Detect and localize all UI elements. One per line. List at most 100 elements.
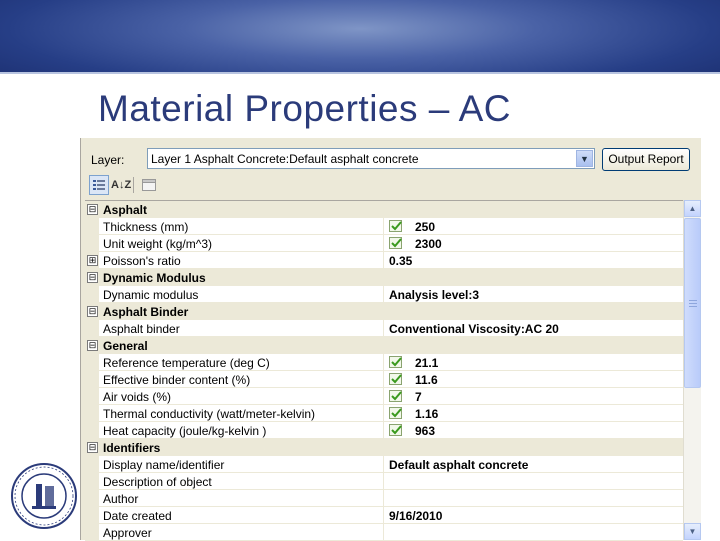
property-row[interactable]: Reference temperature (deg C) 21.1 <box>85 354 683 371</box>
property-value[interactable]: Conventional Viscosity:AC 20 <box>389 322 559 336</box>
property-value[interactable]: 0.35 <box>389 254 412 268</box>
property-name: Date created <box>103 509 172 523</box>
property-row[interactable]: Heat capacity (joule/kg-kelvin ) 963 <box>85 422 683 439</box>
property-row[interactable]: Author <box>85 490 683 507</box>
category-name: Identifiers <box>103 441 161 455</box>
collapse-icon[interactable]: ⊟ <box>87 204 98 215</box>
property-row[interactable]: Asphalt binder Conventional Viscosity:AC … <box>85 320 683 337</box>
property-row[interactable]: ⊞ Poisson's ratio 0.35 <box>85 252 683 269</box>
checkmark-icon[interactable] <box>389 220 402 232</box>
property-value[interactable]: Default asphalt concrete <box>389 458 528 472</box>
header-banner <box>0 0 720 72</box>
categorized-view-icon[interactable] <box>89 175 109 195</box>
property-value[interactable]: 250 <box>415 220 435 234</box>
column-divider <box>383 422 384 439</box>
column-divider <box>383 388 384 405</box>
property-name: Poisson's ratio <box>103 254 181 268</box>
category-row[interactable]: ⊟ Identifiers <box>85 439 683 456</box>
property-row[interactable]: Description of object <box>85 473 683 490</box>
row-margin <box>85 218 99 235</box>
property-grid: ⊟ Asphalt Thickness (mm) 250 Unit weight (kg… <box>85 200 683 541</box>
scroll-up-button[interactable]: ▲ <box>684 200 701 217</box>
checkmark-icon[interactable] <box>389 356 402 368</box>
chevron-down-icon[interactable]: ▼ <box>576 150 593 167</box>
property-row[interactable]: Air voids (%) 7 <box>85 388 683 405</box>
column-divider <box>383 252 384 269</box>
property-name: Approver <box>103 526 152 540</box>
row-margin <box>85 235 99 252</box>
layer-dropdown[interactable]: Layer 1 Asphalt Concrete:Default asphalt… <box>147 148 595 169</box>
checkmark-icon[interactable] <box>389 390 402 402</box>
row-margin <box>85 456 99 473</box>
checkmark-icon[interactable] <box>389 424 402 436</box>
property-name: Unit weight (kg/m^3) <box>103 237 212 251</box>
property-name: Asphalt binder <box>103 322 180 336</box>
property-row[interactable]: Effective binder content (%) 11.6 <box>85 371 683 388</box>
row-margin <box>85 320 99 337</box>
column-divider <box>383 286 384 303</box>
collapse-icon[interactable]: ⊟ <box>87 340 98 351</box>
property-row[interactable]: Dynamic modulus Analysis level:3 <box>85 286 683 303</box>
category-name: Asphalt <box>103 203 148 217</box>
property-name: Heat capacity (joule/kg-kelvin ) <box>103 424 267 438</box>
collapse-icon[interactable]: ⊟ <box>87 272 98 283</box>
category-row[interactable]: ⊟ General <box>85 337 683 354</box>
property-row[interactable]: Date created 9/16/2010 <box>85 507 683 524</box>
property-name: Author <box>103 492 139 506</box>
collapse-icon[interactable]: ⊟ <box>87 306 98 317</box>
property-row[interactable]: Unit weight (kg/m^3) 2300 <box>85 235 683 252</box>
state-seal-icon <box>10 462 78 530</box>
property-value[interactable]: 9/16/2010 <box>389 509 442 523</box>
category-row[interactable]: ⊟ Asphalt Binder <box>85 303 683 320</box>
property-value[interactable]: 7 <box>415 390 422 404</box>
row-margin <box>85 473 99 490</box>
row-margin <box>85 388 99 405</box>
alphabetical-sort-icon[interactable]: A↓Z <box>111 175 131 195</box>
checkmark-icon[interactable] <box>389 237 402 249</box>
row-margin <box>85 524 99 541</box>
property-value[interactable]: Analysis level:3 <box>389 288 479 302</box>
layer-dropdown-value: Layer 1 Asphalt Concrete:Default asphalt… <box>151 152 419 166</box>
column-divider <box>383 473 384 490</box>
property-value[interactable]: 2300 <box>415 237 442 251</box>
property-row[interactable]: Approver <box>85 524 683 541</box>
column-divider <box>383 235 384 252</box>
vertical-scrollbar[interactable]: ▲ ▼ <box>683 200 701 540</box>
category-name: Asphalt Binder <box>103 305 189 319</box>
property-value[interactable]: 963 <box>415 424 435 438</box>
column-divider <box>383 354 384 371</box>
collapse-icon[interactable]: ⊟ <box>87 442 98 453</box>
property-name: Display name/identifier <box>103 458 225 472</box>
category-row[interactable]: ⊟ Asphalt <box>85 201 683 218</box>
banner-divider <box>0 72 720 74</box>
property-name: Reference temperature (deg C) <box>103 356 270 370</box>
property-pages-icon[interactable] <box>139 175 159 195</box>
checkmark-icon[interactable] <box>389 407 402 419</box>
category-name: Dynamic Modulus <box>103 271 206 285</box>
property-value[interactable]: 21.1 <box>415 356 438 370</box>
scroll-down-button[interactable]: ▼ <box>684 523 701 540</box>
property-value[interactable]: 1.16 <box>415 407 438 421</box>
column-divider <box>383 320 384 337</box>
property-name: Thickness (mm) <box>103 220 189 234</box>
property-name: Thermal conductivity (watt/meter-kelvin) <box>103 407 316 421</box>
scroll-thumb[interactable] <box>684 218 701 388</box>
checkmark-icon[interactable] <box>389 373 402 385</box>
output-report-button[interactable]: Output Report <box>602 148 690 171</box>
property-value[interactable]: 11.6 <box>415 373 438 387</box>
row-margin <box>85 490 99 507</box>
expand-icon[interactable]: ⊞ <box>87 255 98 266</box>
column-divider <box>383 490 384 507</box>
column-divider <box>383 507 384 524</box>
row-margin <box>85 507 99 524</box>
property-row[interactable]: Display name/identifier Default asphalt c… <box>85 456 683 473</box>
property-row[interactable]: Thermal conductivity (watt/meter-kelvin)… <box>85 405 683 422</box>
property-name: Dynamic modulus <box>103 288 199 302</box>
slide-title: Material Properties – AC <box>98 88 512 129</box>
column-divider <box>383 405 384 422</box>
property-row[interactable]: Thickness (mm) 250 <box>85 218 683 235</box>
layer-label: Layer: <box>91 153 125 167</box>
toolbar-divider <box>133 177 134 193</box>
category-row[interactable]: ⊟ Dynamic Modulus <box>85 269 683 286</box>
property-name: Description of object <box>103 475 212 489</box>
